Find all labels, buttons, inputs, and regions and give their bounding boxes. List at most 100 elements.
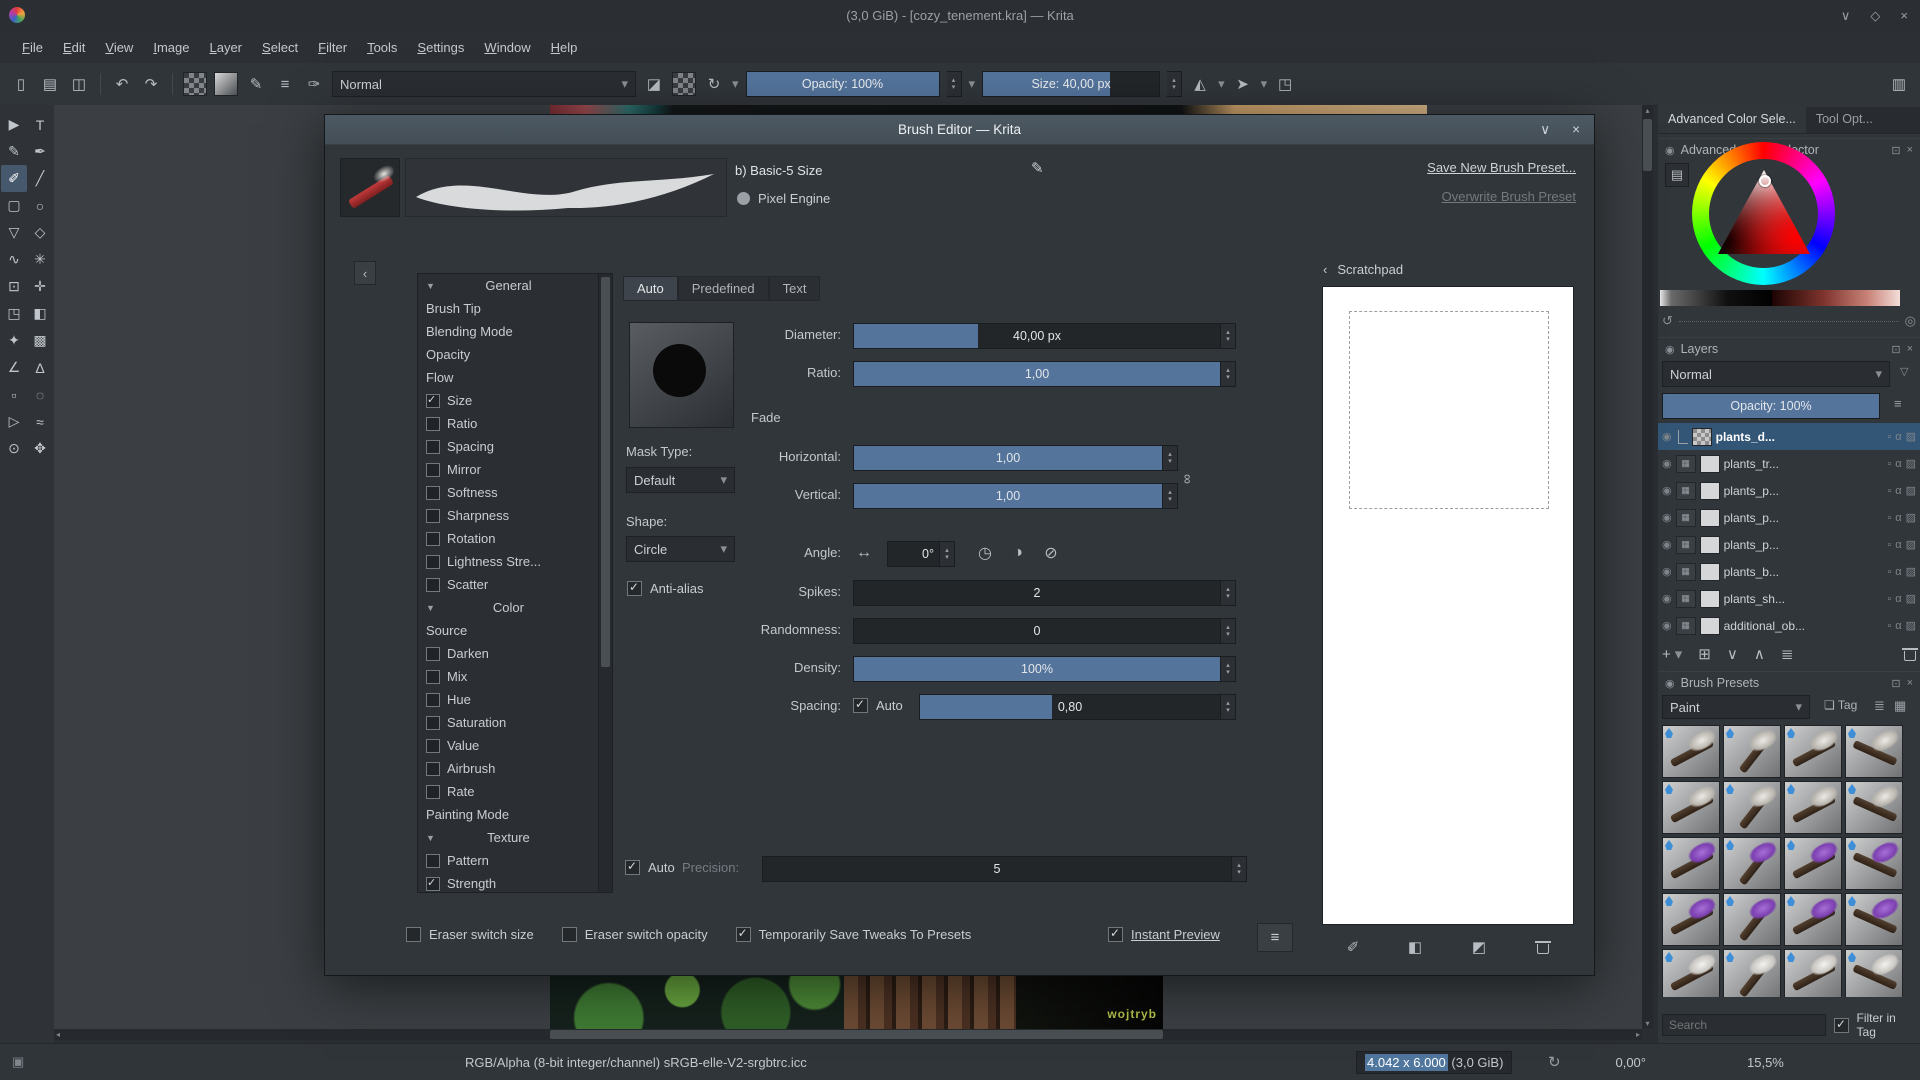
plants_b...[interactable]: ◉ ▦ plants_b... ▫ α ▨	[1658, 558, 1920, 585]
brush-preset-thumbnail[interactable]	[1784, 781, 1842, 834]
scroll-up-icon[interactable]: ▴	[1642, 106, 1653, 115]
brush-preset-thumbnail[interactable]	[1662, 837, 1720, 890]
brush-option-row[interactable]: ▼ Value	[418, 734, 598, 757]
eraser-mode-icon[interactable]: ◪	[643, 72, 665, 96]
visibility-icon[interactable]: ◉	[1662, 484, 1672, 497]
brush-size-slider[interactable]: Size: 40,00 px	[982, 71, 1161, 97]
layer-style-icon[interactable]: ▨	[1906, 619, 1916, 632]
add-layer-icon[interactable]: +	[1662, 646, 1671, 663]
close-docker-icon[interactable]: ×	[1907, 677, 1913, 689]
scroll-left-icon[interactable]: ◂	[56, 1029, 60, 1040]
save-tweaks-row[interactable]: Temporarily Save Tweaks To Presets	[735, 926, 971, 942]
scroll-down-icon[interactable]: ▾	[1642, 1019, 1653, 1028]
brush-preset-thumbnail[interactable]	[1784, 893, 1842, 946]
delete-layer-icon[interactable]	[1902, 647, 1918, 661]
close-docker-icon[interactable]: ×	[1907, 343, 1913, 355]
rename-preset-icon[interactable]: ✎	[1031, 159, 1044, 177]
scratchpad-canvas[interactable]	[1322, 286, 1574, 925]
layer-filter-icon[interactable]: ▽	[1900, 365, 1908, 378]
edit-shapes-tool[interactable]: ✎	[1, 138, 27, 165]
option-checkbox[interactable]	[426, 692, 440, 707]
window-maximize-icon[interactable]: ◇	[1870, 8, 1880, 24]
rectangle-tool[interactable]: ▢	[1, 192, 27, 219]
precision-auto-row[interactable]: Auto	[625, 859, 675, 875]
eraser-switch-size-row[interactable]: Eraser switch size	[406, 927, 534, 942]
chevron-down-icon[interactable]	[732, 76, 739, 92]
dialog-titlebar[interactable]: Brush Editor — Krita ∨ ×	[325, 115, 1594, 145]
dialog-shade-icon[interactable]: ∨	[1540, 122, 1550, 138]
choices-icon[interactable]: ≡	[274, 72, 296, 96]
brush-option-row[interactable]: ▼ Darken	[418, 642, 598, 665]
brush-option-row[interactable]: ▼ Blending Mode	[418, 320, 598, 343]
visibility-icon[interactable]: ◉	[1662, 511, 1672, 524]
brush-preset-thumbnail[interactable]	[1723, 893, 1781, 946]
option-checkbox[interactable]	[426, 416, 440, 431]
menu-item[interactable]: Select	[252, 35, 308, 60]
mirror-horizontal-icon[interactable]: ◭	[1189, 72, 1211, 96]
angle-flip-icon[interactable]: ↔	[852, 541, 876, 565]
alpha-lock-icon[interactable]: α	[1895, 620, 1901, 632]
vertical-scroll-handle[interactable]	[1643, 119, 1652, 171]
reload-preset-icon[interactable]: ↻	[703, 72, 725, 96]
duplicate-layer-icon[interactable]: ⊞	[1698, 645, 1711, 663]
brush-preset-thumbnail[interactable]	[1784, 949, 1842, 997]
additional_ob...[interactable]: ◉ ▦ additional_ob... ▫ α ▨	[1658, 612, 1920, 637]
brush-preset-thumbnail[interactable]	[1845, 893, 1903, 946]
float-docker-icon[interactable]: ⊡	[1891, 343, 1900, 356]
brush-preset-thumbnail[interactable]	[1662, 893, 1720, 946]
brush-settings-icon[interactable]: ✎	[245, 72, 267, 96]
option-checkbox[interactable]	[426, 715, 440, 730]
brush-preset-thumbnail[interactable]	[1845, 949, 1903, 997]
plants_d...[interactable]: ◉ ▦ plants_d... ▫ α ▨	[1658, 423, 1920, 450]
layer-style-icon[interactable]: ▨	[1906, 430, 1916, 443]
window-shade-icon[interactable]: ∨	[1841, 8, 1851, 24]
lock-icon[interactable]: ▫	[1887, 566, 1891, 578]
option-checkbox[interactable]	[426, 554, 440, 569]
brush-option-row[interactable]: ▼ Color	[418, 596, 598, 619]
view-list-icon[interactable]: ≣	[1874, 698, 1885, 714]
brush-preset-thumbnail[interactable]	[1845, 837, 1903, 890]
crop-tool[interactable]: ◳	[1, 300, 27, 327]
lock-icon[interactable]: ▫	[1887, 431, 1891, 443]
link-fade-icon[interactable]: ∞	[1180, 474, 1196, 484]
brush-option-row[interactable]: ▼ Mix	[418, 665, 598, 688]
visibility-icon[interactable]: ◉	[1662, 565, 1672, 578]
polygonal-selection-tool[interactable]: ▷	[1, 408, 27, 435]
docker-tab[interactable]: Advanced Color Sele...	[1658, 107, 1806, 133]
plants_tr...[interactable]: ◉ ▦ plants_tr... ▫ α ▨	[1658, 450, 1920, 477]
plants_sh...[interactable]: ◉ ▦ plants_sh... ▫ α ▨	[1658, 585, 1920, 612]
brush-option-row[interactable]: ▼ Mirror	[418, 458, 598, 481]
options-scrollbar[interactable]	[598, 273, 613, 893]
option-checkbox[interactable]	[426, 508, 440, 523]
trim-canvas-icon[interactable]: ◳	[1274, 72, 1296, 96]
option-checkbox[interactable]	[426, 485, 440, 500]
layer-style-icon[interactable]: ▨	[1906, 592, 1916, 605]
view-grid-icon[interactable]: ▦	[1894, 698, 1906, 714]
move-tool[interactable]: ✛	[27, 273, 53, 300]
layer-opacity-slider[interactable]: Opacity: 100%	[1662, 393, 1880, 419]
text-tool[interactable]: T	[27, 111, 53, 138]
new-document-icon[interactable]: ▯	[10, 72, 32, 96]
lock-icon[interactable]: ▫	[1887, 485, 1891, 497]
brush-option-row[interactable]: ▼ Size	[418, 389, 598, 412]
brush-preset-thumbnail[interactable]	[1662, 781, 1720, 834]
diameter-slider[interactable]: 40,00 px	[853, 323, 1236, 349]
chevron-down-icon[interactable]	[1218, 76, 1225, 92]
undo-icon[interactable]: ↶	[111, 72, 133, 96]
line-tool[interactable]: ╱	[27, 165, 53, 192]
precision-auto-checkbox[interactable]	[625, 859, 640, 875]
zoom-tool[interactable]: ⊙	[1, 435, 27, 462]
spacing-auto-checkbox[interactable]	[853, 697, 868, 713]
visibility-icon[interactable]: ◉	[1662, 619, 1672, 632]
angle-reset-icon[interactable]: ⊘	[1039, 541, 1063, 565]
brush-preset-thumbnail[interactable]	[1723, 949, 1781, 997]
menu-item[interactable]: File	[12, 35, 53, 60]
engine-radio[interactable]	[737, 192, 750, 205]
option-checkbox[interactable]	[426, 761, 440, 776]
move-layer-up-icon[interactable]: ∧	[1754, 645, 1765, 663]
option-checkbox[interactable]	[426, 876, 440, 891]
last-color-icon[interactable]: ◎	[1905, 313, 1916, 329]
elliptical-selection-tool[interactable]: ◌	[27, 381, 53, 408]
chevron-down-icon[interactable]	[1261, 76, 1268, 92]
plants_p...[interactable]: ◉ ▦ plants_p... ▫ α ▨	[1658, 531, 1920, 558]
